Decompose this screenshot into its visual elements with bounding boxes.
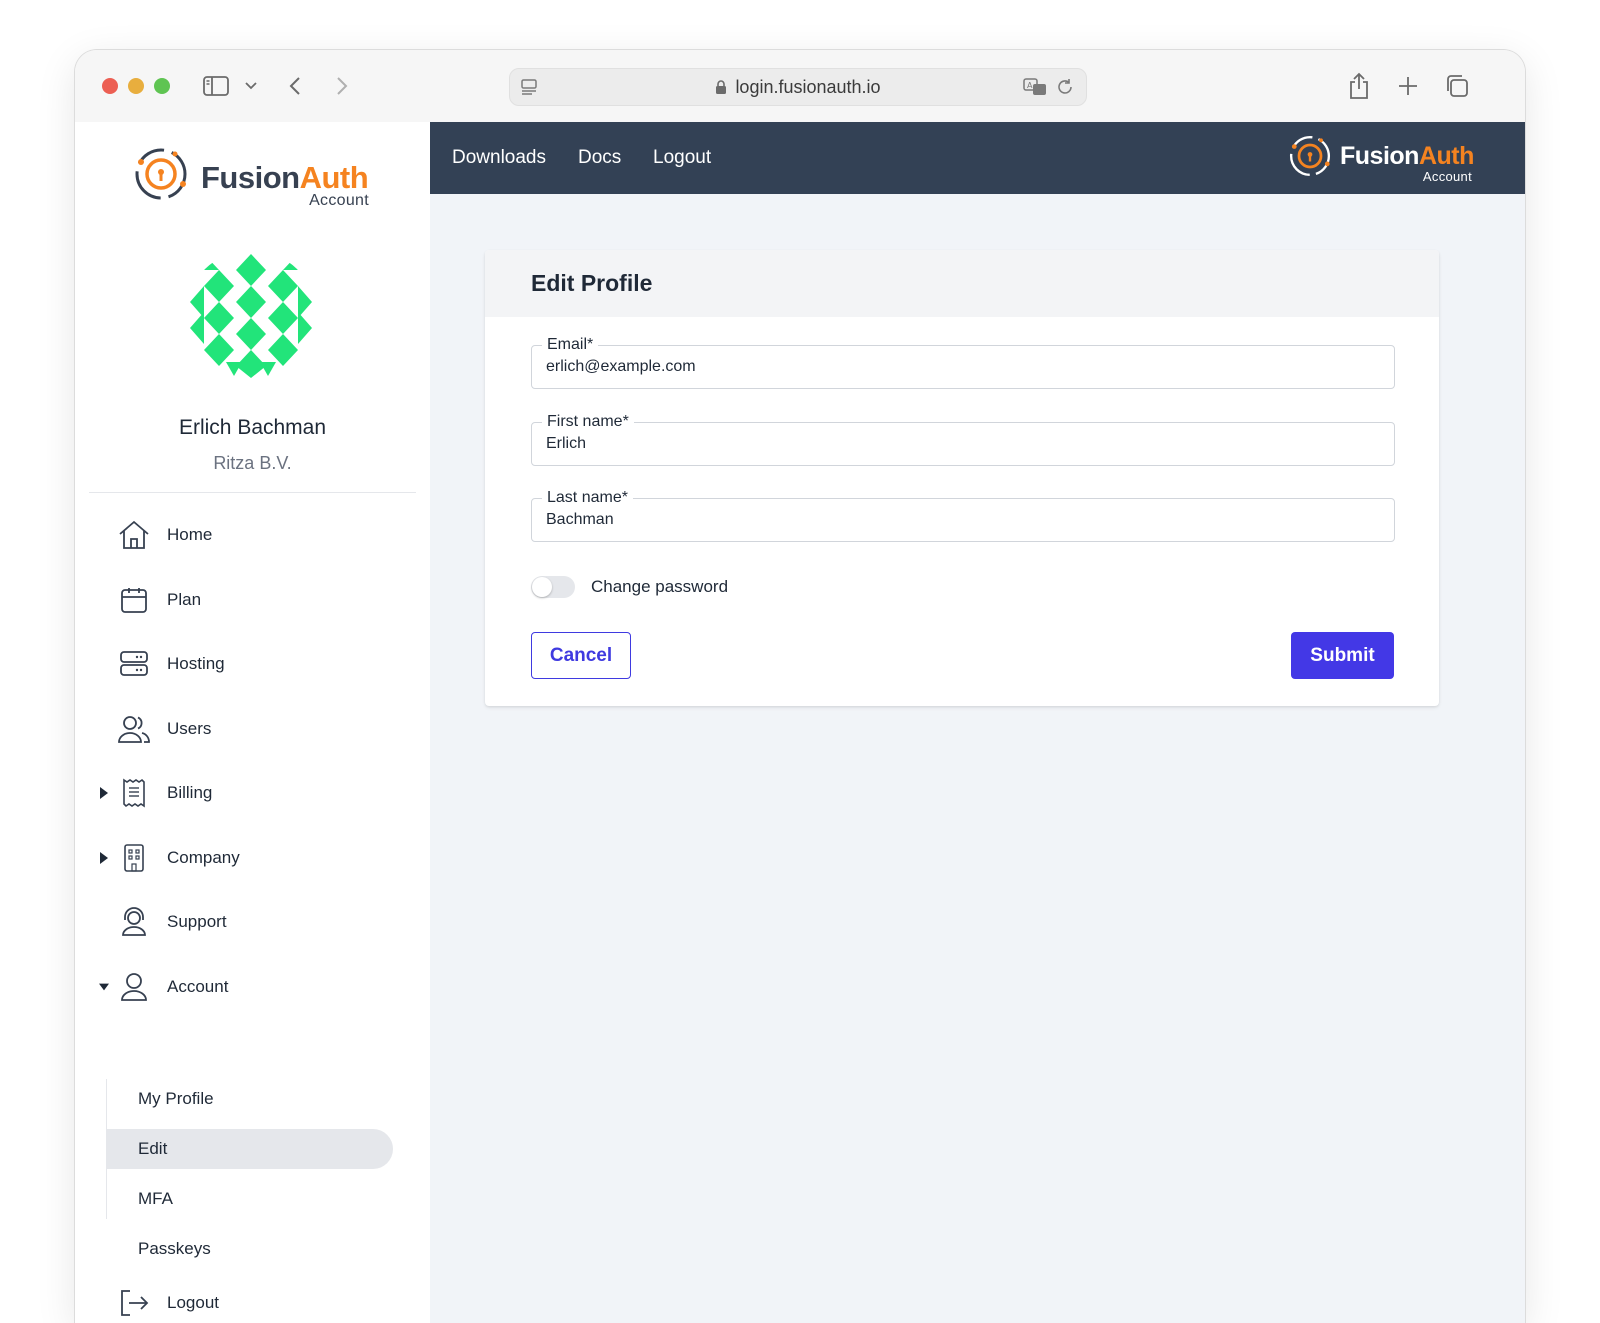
chevron-down-icon[interactable] — [243, 76, 259, 96]
users-icon — [117, 712, 151, 746]
sidebar-item-users[interactable]: Users — [105, 707, 405, 751]
brand-name-fusion: Fusion — [1340, 142, 1419, 170]
sidebar-subitem-label: My Profile — [138, 1089, 214, 1108]
sidebar-item-billing[interactable]: Billing — [100, 771, 405, 815]
fusionauth-logo-icon — [1288, 134, 1332, 178]
main-content: Downloads Docs Logout FusionAuth Account… — [430, 122, 1525, 1323]
toggle-knob — [532, 577, 552, 597]
server-icon — [117, 647, 151, 681]
email-label: Email* — [542, 335, 599, 355]
caret-right-icon[interactable] — [99, 787, 109, 799]
sidebar-divider — [89, 492, 416, 493]
submit-button[interactable]: Submit — [1291, 632, 1394, 679]
home-icon — [117, 518, 151, 552]
sidebar-item-label: Account — [167, 977, 229, 996]
building-icon — [117, 841, 151, 875]
sidebar-item-label: Users — [167, 719, 212, 738]
svg-text:A: A — [1027, 81, 1033, 90]
sidebar-subitem-my-profile[interactable]: My Profile — [107, 1079, 393, 1119]
sidebar-item-label: Support — [167, 912, 227, 931]
brand-sub: Account — [309, 192, 369, 209]
brand-name-auth: Auth — [299, 160, 369, 195]
brand-logo-small[interactable]: FusionAuth Account — [1288, 134, 1474, 184]
forward-icon[interactable] — [332, 72, 352, 100]
sidebar-item-company[interactable]: Company — [100, 836, 405, 880]
url-display: login.fusionauth.io — [510, 69, 1086, 105]
first-name-field[interactable]: First name* Erlich — [531, 412, 1395, 466]
sidebar-subitem-passkeys[interactable]: Passkeys — [107, 1229, 393, 1269]
sidebar-toggle-icon[interactable] — [201, 72, 231, 100]
brand-sub: Account — [1422, 169, 1472, 184]
sidebar-item-label: Billing — [167, 783, 213, 802]
back-icon[interactable] — [285, 72, 305, 100]
nav-link-logout[interactable]: Logout — [653, 122, 711, 194]
sidebar-item-logout[interactable]: Logout — [105, 1281, 405, 1323]
change-password-label: Change password — [591, 577, 729, 596]
page-title: Edit Profile — [531, 270, 653, 296]
brand-name-auth: Auth — [1418, 142, 1474, 170]
last-name-field[interactable]: Last name* Bachman — [531, 488, 1395, 542]
top-navbar: Downloads Docs Logout FusionAuth Account — [430, 122, 1525, 194]
share-icon[interactable] — [1345, 70, 1373, 102]
sidebar-item-support[interactable]: Support — [105, 900, 405, 944]
calendar-icon — [117, 583, 151, 617]
nav-link-docs[interactable]: Docs — [578, 122, 621, 194]
maximize-window-button[interactable] — [154, 78, 170, 94]
logout-icon — [117, 1286, 151, 1320]
receipt-icon — [117, 776, 151, 810]
translate-icon[interactable]: A — [1022, 76, 1048, 98]
sidebar-item-hosting[interactable]: Hosting — [105, 642, 405, 686]
sidebar-item-home[interactable]: Home — [105, 513, 405, 557]
sidebar-subitem-label: MFA — [138, 1189, 173, 1208]
last-name-value: Bachman — [546, 511, 614, 528]
minimize-window-button[interactable] — [128, 78, 144, 94]
sidebar-subitem-label: Edit — [138, 1139, 168, 1158]
profile-org: Ritza B.V. — [213, 453, 292, 473]
reload-icon[interactable] — [1054, 76, 1076, 98]
close-window-button[interactable] — [102, 78, 118, 94]
card-header: Edit Profile — [485, 250, 1439, 317]
tab-overview-icon[interactable] — [1443, 72, 1471, 100]
new-tab-icon[interactable] — [1395, 72, 1421, 100]
url-text: login.fusionauth.io — [735, 76, 881, 97]
avatar[interactable] — [186, 250, 316, 380]
sidebar-item-label: Plan — [167, 590, 202, 609]
cancel-button[interactable]: Cancel — [531, 632, 631, 679]
brand-name-fusion: Fusion — [201, 160, 300, 195]
caret-right-icon[interactable] — [99, 852, 109, 864]
address-bar[interactable]: login.fusionauth.io A — [509, 68, 1087, 106]
sidebar-subitem-mfa[interactable]: MFA — [107, 1179, 393, 1219]
email-value: erlich@example.com — [546, 358, 696, 375]
brand-logo[interactable]: FusionAuth Account — [133, 146, 369, 210]
last-name-label: Last name* — [542, 488, 633, 508]
sidebar: FusionAuth Account Erlich Bachman Ritza … — [75, 122, 431, 1323]
sidebar-item-label: Hosting — [167, 654, 225, 673]
email-field[interactable]: Email* erlich@example.com — [531, 335, 1395, 389]
sidebar-subitem-label: Passkeys — [138, 1239, 211, 1258]
edit-profile-card: Edit Profile Email* erlich@example.com F… — [485, 250, 1439, 706]
sidebar-subitem-edit[interactable]: Edit — [107, 1129, 393, 1169]
sidebar-item-account[interactable]: Account — [99, 965, 405, 1009]
browser-toolbar: login.fusionauth.io A — [75, 50, 1525, 123]
lock-icon — [715, 79, 727, 95]
first-name-label: First name* — [542, 412, 634, 432]
user-icon — [117, 970, 151, 1004]
sidebar-item-label: Logout — [167, 1293, 219, 1312]
sidebar-item-plan[interactable]: Plan — [105, 578, 405, 622]
profile-name: Erlich Bachman — [178, 416, 327, 439]
sidebar-item-label: Company — [167, 848, 240, 867]
nav-link-downloads[interactable]: Downloads — [452, 122, 546, 194]
browser-window: login.fusionauth.io A FusionAuth Account… — [75, 50, 1525, 1323]
fusionauth-logo-icon — [133, 146, 189, 202]
sidebar-item-label: Home — [167, 525, 213, 544]
first-name-value: Erlich — [546, 435, 587, 452]
change-password-toggle[interactable] — [531, 576, 575, 598]
headset-icon — [117, 905, 151, 939]
caret-down-icon[interactable] — [99, 981, 109, 993]
